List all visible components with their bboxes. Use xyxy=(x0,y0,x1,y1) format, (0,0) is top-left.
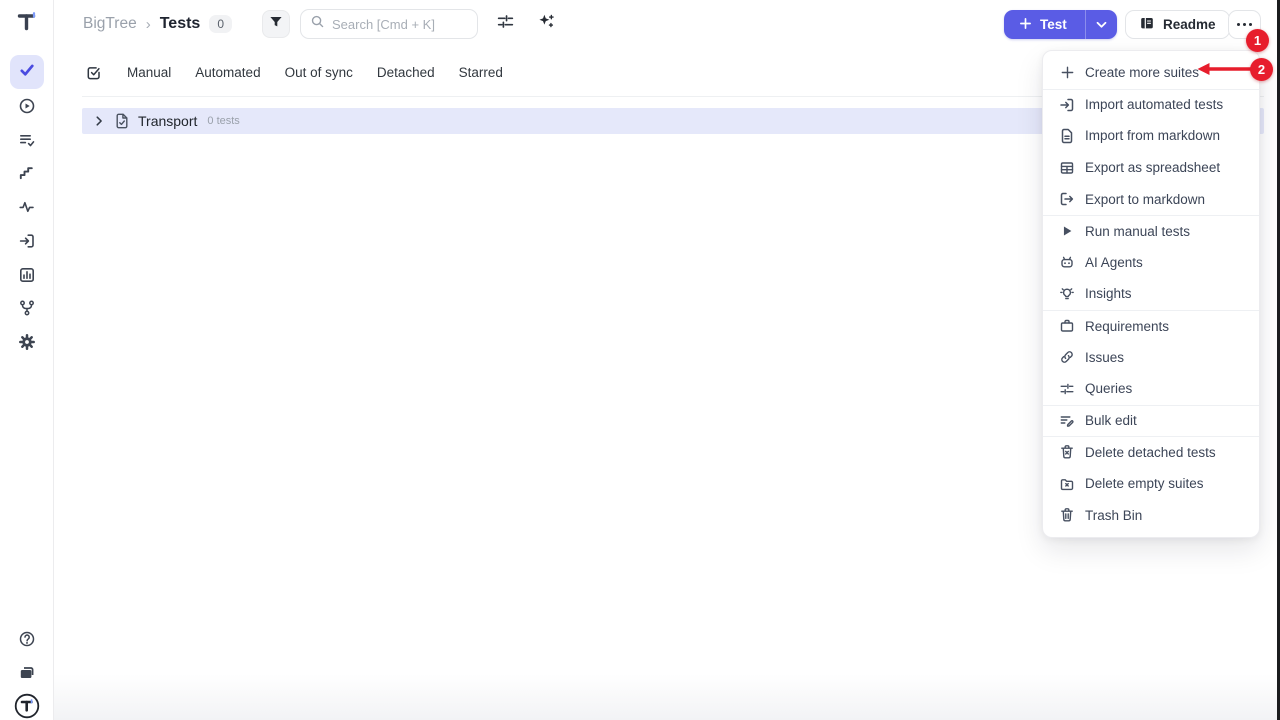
trash-icon xyxy=(1059,507,1075,523)
robot-icon xyxy=(1059,254,1075,270)
suite-name: Transport xyxy=(138,113,197,129)
tab-detached[interactable]: Detached xyxy=(377,65,435,80)
menu-item-trash-bin[interactable]: Trash Bin xyxy=(1043,499,1259,531)
tests-check-icon xyxy=(18,61,36,84)
sidebar-item-runs[interactable] xyxy=(10,91,44,125)
menu-item-export-as-spreadsheet[interactable]: Export as spreadsheet xyxy=(1043,152,1259,184)
settings-gear-icon xyxy=(18,333,36,356)
readme-button-label: Readme xyxy=(1163,17,1216,32)
link-icon xyxy=(1059,349,1075,365)
sidebar-item-settings[interactable] xyxy=(10,327,44,361)
search-box[interactable] xyxy=(300,9,478,39)
more-actions-menu: Create more suites Import automated test… xyxy=(1042,50,1260,538)
suite-file-icon xyxy=(114,113,130,129)
folder-x-icon xyxy=(1059,476,1075,492)
chevron-right-icon[interactable] xyxy=(92,114,106,128)
plus-icon xyxy=(1059,65,1075,81)
new-test-button[interactable]: Test xyxy=(1004,10,1086,39)
new-test-button-label: Test xyxy=(1040,17,1067,32)
sidebar-item-imports[interactable] xyxy=(10,226,44,260)
menu-item-delete-detached-tests[interactable]: Delete detached tests xyxy=(1043,436,1259,468)
search-icon xyxy=(310,14,325,34)
search-input[interactable] xyxy=(332,17,468,32)
annotation-arrow-icon xyxy=(1196,61,1252,82)
menu-item-import-from-markdown[interactable]: Import from markdown xyxy=(1043,120,1259,152)
suite-test-count: 0 tests xyxy=(207,115,239,127)
table-icon xyxy=(1059,160,1075,176)
menu-item-bulk-edit[interactable]: Bulk edit xyxy=(1043,405,1259,437)
menu-item-export-to-markdown[interactable]: Export to markdown xyxy=(1043,183,1259,215)
tests-count-badge: 0 xyxy=(209,15,232,33)
import-box-icon xyxy=(1059,97,1075,113)
plans-list-check-icon xyxy=(18,131,36,154)
briefcase-icon xyxy=(1059,318,1075,334)
menu-item-insights[interactable]: Insights xyxy=(1043,278,1259,310)
runs-play-circle-icon xyxy=(18,97,36,120)
more-menu-icon xyxy=(1243,23,1246,26)
breadcrumb-separator-icon: › xyxy=(146,16,151,33)
sidebar-item-account[interactable] xyxy=(10,691,44,720)
import-icon xyxy=(18,232,36,255)
filter-button[interactable] xyxy=(262,10,290,38)
sidebar-item-analytics[interactable] xyxy=(10,192,44,226)
breadcrumb-project[interactable]: BigTree xyxy=(83,15,137,33)
reports-bar-chart-icon xyxy=(18,266,36,289)
menu-item-requirements[interactable]: Requirements xyxy=(1043,310,1259,342)
readme-button[interactable]: Readme xyxy=(1125,10,1230,39)
sidebar-item-tests[interactable] xyxy=(10,55,44,89)
more-menu-icon xyxy=(1249,23,1252,26)
select-all-icon[interactable] xyxy=(85,64,103,82)
trash-x-icon xyxy=(1059,444,1075,460)
plus-icon xyxy=(1019,17,1032,33)
projects-folder-icon xyxy=(18,664,36,687)
export-box-icon xyxy=(1059,191,1075,207)
page-title: Tests xyxy=(160,15,201,33)
sparkles-icon xyxy=(537,12,556,36)
tab-out-of-sync[interactable]: Out of sync xyxy=(285,65,353,80)
file-text-icon xyxy=(1059,128,1075,144)
annotation-step-2-badge: 2 xyxy=(1250,58,1273,81)
sidebar-item-branches[interactable] xyxy=(10,293,44,327)
sidebar-item-steps[interactable] xyxy=(10,158,44,192)
annotation-step-1-badge: 1 xyxy=(1246,29,1269,52)
filter-funnel-icon xyxy=(268,14,284,35)
play-icon xyxy=(1059,223,1075,239)
sidebar-item-projects[interactable] xyxy=(10,658,44,692)
menu-item-run-manual-tests[interactable]: Run manual tests xyxy=(1043,215,1259,247)
menu-item-ai-agents[interactable]: AI Agents xyxy=(1043,247,1259,279)
menu-item-queries[interactable]: Queries xyxy=(1043,373,1259,405)
new-test-dropdown-button[interactable] xyxy=(1086,10,1117,39)
branches-icon xyxy=(18,299,36,322)
new-test-split-button: Test xyxy=(1004,10,1117,39)
tab-manual[interactable]: Manual xyxy=(127,65,171,80)
menu-item-delete-empty-suites[interactable]: Delete empty suites xyxy=(1043,468,1259,500)
ai-assistant-button[interactable] xyxy=(536,14,556,34)
chevron-down-icon xyxy=(1096,16,1107,34)
sliders-icon xyxy=(1059,381,1075,397)
page-header: BigTree › Tests 0 Test xyxy=(54,0,1280,48)
more-menu-icon xyxy=(1237,23,1240,26)
sidebar-item-reports[interactable] xyxy=(10,260,44,294)
bulk-edit-icon xyxy=(1059,413,1075,429)
analytics-pulse-icon xyxy=(18,198,36,221)
left-sidebar xyxy=(0,0,54,720)
sidebar-item-plans[interactable] xyxy=(10,125,44,159)
breadcrumb: BigTree › Tests 0 xyxy=(83,0,232,48)
account-avatar-icon xyxy=(14,693,40,720)
sliders-icon xyxy=(496,12,515,36)
menu-item-issues[interactable]: Issues xyxy=(1043,341,1259,373)
steps-icon xyxy=(18,164,36,187)
view-settings-button[interactable] xyxy=(495,14,515,34)
tab-automated[interactable]: Automated xyxy=(195,65,260,80)
tab-starred[interactable]: Starred xyxy=(459,65,503,80)
readme-book-icon xyxy=(1139,15,1155,34)
app-page: BigTree › Tests 0 Test xyxy=(0,0,1280,720)
app-logo[interactable] xyxy=(13,8,41,36)
menu-item-import-automated-tests[interactable]: Import automated tests xyxy=(1043,89,1259,121)
lightbulb-icon xyxy=(1059,286,1075,302)
help-icon xyxy=(18,630,36,653)
sidebar-item-help[interactable] xyxy=(10,624,44,658)
